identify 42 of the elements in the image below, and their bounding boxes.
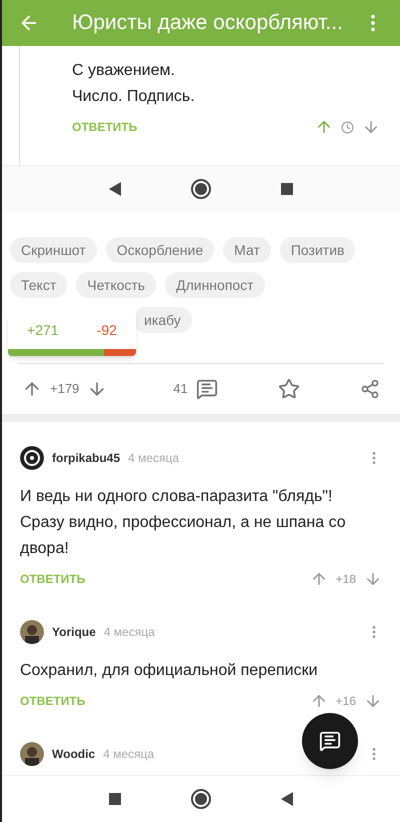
comments-icon[interactable] (196, 378, 218, 400)
upvote-icon[interactable] (315, 118, 333, 136)
downvote-icon[interactable] (364, 570, 382, 588)
downvote-icon[interactable] (362, 118, 380, 136)
comment-text: И ведь ни одного слова-паразита "блядь"! Сразу видно, профессионал, а не шпана со двора! (20, 487, 347, 559)
tag-chip[interactable]: Мат (223, 237, 271, 263)
share-icon[interactable] (360, 379, 380, 399)
app-bar-title: Юристы даже оскорбляют... (72, 10, 344, 36)
comment-time: 4 месяца (103, 746, 156, 763)
plus-count: +271 (27, 320, 59, 340)
tag-chip[interactable]: Скриншот (10, 237, 97, 263)
comment-rating: +16 (336, 693, 356, 710)
reply-link[interactable]: ОТВЕТИТЬ (72, 118, 315, 136)
nav-home-icon[interactable] (191, 179, 211, 199)
minus-count: -92 (96, 320, 117, 340)
message-icon (319, 730, 341, 752)
comment-rating: +18 (336, 571, 356, 588)
quoted-text-line: С уважением. (72, 61, 176, 81)
post-rating: +179 (50, 380, 80, 398)
reply-link[interactable]: ОТВЕТИТЬ (20, 570, 310, 588)
nav-home-icon[interactable] (191, 789, 211, 809)
comment-text: Сохранил, для официальной переписки (20, 661, 319, 681)
comment-author[interactable]: Woodic (52, 745, 96, 763)
nav-back-icon[interactable] (109, 182, 121, 196)
reply-link[interactable]: ОТВЕТИТЬ (20, 692, 310, 710)
tag-chip[interactable]: Длиннопост (165, 272, 265, 298)
tag-chip[interactable]: Четкость (76, 272, 156, 298)
downvote-icon[interactable] (364, 692, 382, 710)
avatar-icon[interactable] (20, 446, 44, 470)
comment-count: 41 (173, 380, 188, 398)
nav-back-icon[interactable] (281, 792, 293, 806)
tag-chip[interactable]: Текст (10, 272, 68, 298)
tag-chip[interactable]: Оскорбление (106, 237, 214, 263)
comment-author[interactable]: forpikabu45 (52, 449, 120, 467)
tag-chip[interactable]: икабу (133, 307, 192, 333)
tag-chip[interactable]: Позитив (280, 237, 356, 263)
comment-author[interactable]: Yorique (52, 623, 96, 641)
comment-time: 4 месяца (128, 450, 180, 467)
clock-icon (341, 120, 354, 134)
comment-time: 4 месяца (104, 624, 156, 641)
quoted-text-line: Число. Подпись. (72, 87, 196, 107)
star-icon[interactable] (278, 378, 300, 400)
